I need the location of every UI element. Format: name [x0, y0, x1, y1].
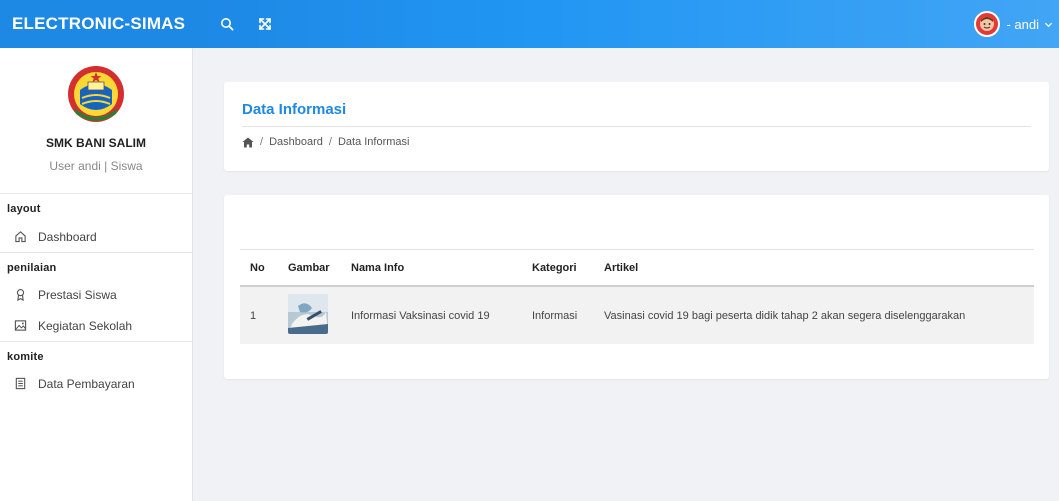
table-row[interactable]: 1 Informasi Vaksinasi covid 19 Informasi [240, 286, 1034, 344]
user-name: - andi [1006, 16, 1039, 32]
info-table-card: No Gambar Nama Info Kategori Artikel 1 I… [224, 195, 1049, 379]
sidebar: SMK BANI SALIM User andi | Siswa layout … [0, 48, 193, 501]
sidebar-item-data-pembayaran[interactable]: Data Pembayaran [0, 368, 192, 399]
cell-kategori: Informasi [522, 286, 594, 344]
brand-title[interactable]: ELECTRONIC-SIMAS [0, 0, 193, 48]
page-title: Data Informasi [242, 101, 347, 118]
cell-no: 1 [240, 286, 278, 344]
sidebar-item-kegiatan-sekolah[interactable]: Kegiatan Sekolah [0, 310, 192, 341]
breadcrumb: / Dashboard / Data Informasi [242, 136, 409, 148]
table-header-row: No Gambar Nama Info Kategori Artikel [240, 250, 1034, 287]
cell-nama-info: Informasi Vaksinasi covid 19 [341, 286, 522, 344]
sidebar-profile: SMK BANI SALIM User andi | Siswa [0, 48, 192, 194]
sidebar-item-label: Dashboard [38, 229, 97, 244]
col-kategori: Kategori [522, 250, 594, 287]
col-nama-info: Nama Info [341, 250, 522, 287]
title-divider [242, 126, 1031, 127]
award-icon [13, 288, 27, 302]
col-artikel: Artikel [594, 250, 1034, 287]
image-icon [13, 319, 27, 333]
col-gambar: Gambar [278, 250, 341, 287]
navbar: - andi [193, 0, 1059, 48]
chevron-down-icon [1044, 17, 1053, 32]
col-no: No [240, 250, 278, 287]
section-layout: layout [7, 203, 41, 215]
school-name: SMK BANI SALIM [46, 136, 146, 150]
info-thumbnail[interactable] [288, 294, 328, 334]
info-table: No Gambar Nama Info Kategori Artikel 1 I… [240, 250, 1034, 344]
cell-gambar [278, 286, 341, 344]
user-menu[interactable]: - andi [974, 0, 1053, 48]
sidebar-item-label: Data Pembayaran [38, 376, 135, 391]
avatar [974, 11, 1001, 37]
sidebar-item-label: Kegiatan Sekolah [38, 318, 133, 333]
breadcrumb-current: Data Informasi [337, 136, 410, 148]
user-role: User andi | Siswa [49, 159, 143, 173]
breadcrumb-separator: / [260, 136, 264, 148]
breadcrumb-separator: / [328, 136, 332, 148]
top-bar: ELECTRONIC-SIMAS - andi [0, 0, 1059, 48]
section-komite: komite [0, 341, 192, 368]
cell-artikel: Vasinasi covid 19 bagi peserta didik tah… [594, 286, 1034, 344]
table-wrapper: No Gambar Nama Info Kategori Artikel 1 I… [240, 249, 1034, 344]
breadcrumb-dashboard[interactable]: Dashboard [269, 136, 323, 148]
section-penilaian: penilaian [0, 252, 192, 279]
page-header-card: Data Informasi / Dashboard / Data Inform… [224, 82, 1049, 171]
sidebar-item-dashboard[interactable]: Dashboard [0, 221, 192, 252]
school-logo [66, 64, 126, 124]
home-icon[interactable] [242, 137, 254, 148]
home-icon [13, 230, 27, 244]
sidebar-item-label: Prestasi Siswa [38, 287, 117, 302]
document-icon [13, 377, 27, 391]
sidebar-item-prestasi-siswa[interactable]: Prestasi Siswa [0, 279, 192, 310]
fullscreen-icon[interactable] [253, 12, 277, 36]
search-icon[interactable] [215, 12, 239, 36]
